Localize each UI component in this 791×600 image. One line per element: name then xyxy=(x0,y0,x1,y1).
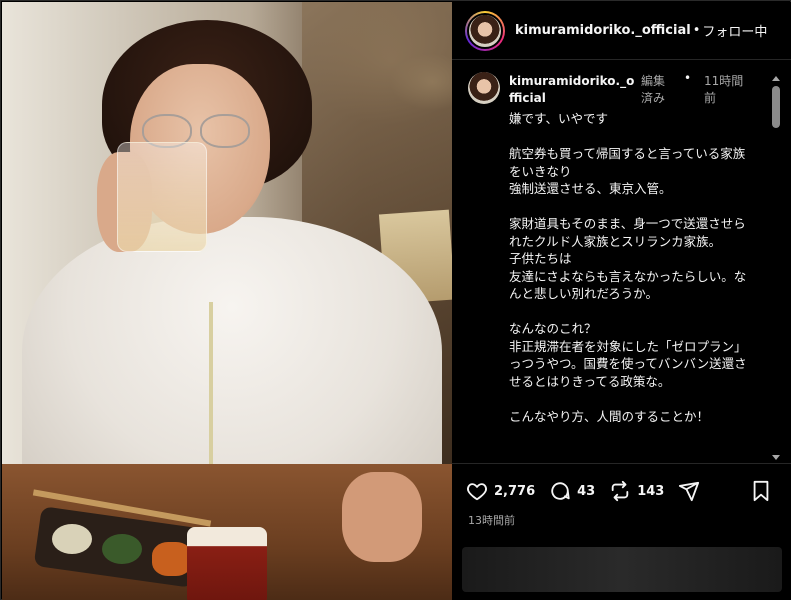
post-side-panel: kimuramidoriko._official • フォロー中 kimuram… xyxy=(452,2,791,600)
avatar[interactable] xyxy=(465,10,505,51)
action-bar: 2,776 43 143 xyxy=(452,474,791,508)
repost-count[interactable]: 143 xyxy=(637,484,664,499)
post-photo[interactable] xyxy=(2,2,452,600)
header-username[interactable]: kimuramidoriko._official xyxy=(515,23,691,38)
repost-icon xyxy=(611,480,629,502)
photo-food xyxy=(152,542,192,576)
follow-status-button[interactable]: フォロー中 xyxy=(702,21,767,40)
caption-area: kimuramidoriko._official 編集済み • 11時間前 嫌で… xyxy=(452,60,791,464)
bookmark-button[interactable] xyxy=(751,480,771,506)
photo-hand-ring xyxy=(342,472,422,562)
photo-food xyxy=(102,534,142,564)
photo-cup xyxy=(187,527,267,600)
comment-input-area[interactable] xyxy=(462,547,782,592)
avatar-image xyxy=(467,12,503,49)
caption-separator: • xyxy=(684,71,692,85)
caption-text: 嫌です、いやです 航空券も買って帰国すると言っている家族をいきなり 強制送還させ… xyxy=(509,111,747,424)
caption-scrollbar[interactable] xyxy=(770,72,782,462)
heart-icon xyxy=(467,483,487,501)
post-header: kimuramidoriko._official • フォロー中 xyxy=(452,2,791,60)
photo-zipper xyxy=(209,302,213,472)
like-button[interactable]: 2,776 xyxy=(466,480,535,502)
bookmark-icon xyxy=(753,480,769,502)
photo-food xyxy=(52,524,92,554)
caption-time[interactable]: 11時間前 xyxy=(704,73,754,107)
photo-glasses-right xyxy=(200,114,250,148)
post-timestamp[interactable]: 13時間前 xyxy=(468,512,515,528)
comment-button[interactable]: 43 xyxy=(549,480,595,502)
edited-label: 編集済み xyxy=(641,74,666,105)
scroll-down-arrow[interactable] xyxy=(772,455,780,460)
scroll-thumb[interactable] xyxy=(772,86,780,128)
comment-count[interactable]: 43 xyxy=(577,484,595,499)
caption-avatar[interactable] xyxy=(468,72,500,104)
comment-icon xyxy=(551,482,570,500)
like-count[interactable]: 2,776 xyxy=(494,484,535,499)
share-icon xyxy=(679,481,700,502)
repost-button[interactable]: 143 xyxy=(609,480,664,502)
photo-drinking-glass xyxy=(117,142,207,252)
instagram-post-window: kimuramidoriko._official • フォロー中 kimuram… xyxy=(0,0,791,600)
scroll-up-arrow[interactable] xyxy=(772,76,780,81)
header-separator: • xyxy=(692,23,701,38)
share-button[interactable] xyxy=(678,480,700,502)
caption-username[interactable]: kimuramidoriko._official xyxy=(509,73,639,107)
